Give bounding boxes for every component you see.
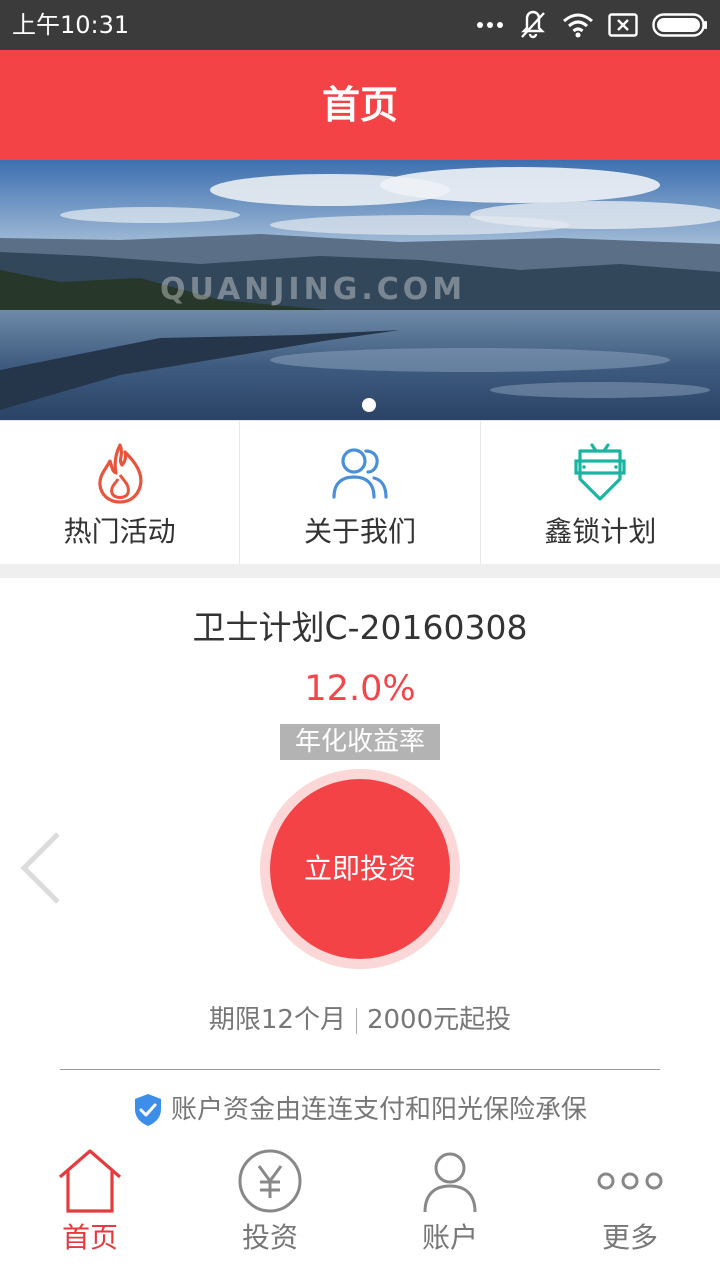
chevron-left-icon bbox=[20, 832, 60, 904]
term-text: 期限12个月 bbox=[208, 1005, 346, 1035]
quick-menu-label: 热门活动 bbox=[63, 515, 176, 548]
product-terms: 期限12个月 2000元起投 bbox=[0, 1000, 720, 1040]
nav-label: 账户 bbox=[421, 1221, 478, 1254]
more-icon bbox=[595, 1146, 665, 1216]
section-separator bbox=[0, 564, 720, 578]
nav-label: 投资 bbox=[241, 1221, 298, 1254]
nav-label: 首页 bbox=[61, 1221, 118, 1254]
nav-item-more[interactable]: 更多 bbox=[540, 1140, 720, 1280]
more-dots-icon bbox=[476, 20, 504, 30]
status-bar: 上午10:31 bbox=[0, 0, 720, 50]
quick-menu-hot-events[interactable]: 热门活动 bbox=[0, 421, 241, 564]
status-time: 上午10:31 bbox=[12, 11, 130, 39]
nav-item-home[interactable]: 首页 bbox=[0, 1140, 180, 1280]
quick-menu: 热门活动 关于我们 鑫锁计划 bbox=[0, 420, 720, 564]
quick-menu-xinsuo-plan[interactable]: 鑫锁计划 bbox=[481, 421, 720, 564]
title-bar: 首页 bbox=[0, 50, 720, 160]
no-sim-icon bbox=[608, 13, 638, 37]
vibrate-off-icon bbox=[518, 10, 548, 40]
annual-rate: 12.0% bbox=[304, 669, 416, 709]
shield-check-icon bbox=[134, 1094, 161, 1126]
home-icon bbox=[55, 1146, 125, 1216]
invest-now-button[interactable]: 立即投资 bbox=[270, 779, 450, 959]
bottom-nav: 首页 投资 账户 更多 bbox=[0, 1140, 720, 1280]
status-icons bbox=[476, 8, 708, 42]
product-name: 卫士计划C-20160308 bbox=[192, 608, 528, 647]
banner-watermark: QUANJING.COM bbox=[160, 272, 467, 307]
nav-label: 更多 bbox=[601, 1221, 658, 1254]
users-icon bbox=[332, 448, 388, 499]
guarantee-notice: 账户资金由连连支付和阳光保险承保 bbox=[0, 1090, 720, 1130]
quick-menu-label: 关于我们 bbox=[303, 515, 416, 548]
wifi-icon bbox=[562, 12, 594, 38]
quick-menu-about-us[interactable]: 关于我们 bbox=[240, 421, 481, 564]
quick-menu-label: 鑫锁计划 bbox=[544, 515, 657, 548]
guarantee-text: 账户资金由连连支付和阳光保险承保 bbox=[170, 1095, 587, 1125]
safe-box-icon bbox=[574, 443, 626, 501]
min-invest-text: 2000元起投 bbox=[366, 1005, 512, 1035]
battery-icon bbox=[652, 13, 708, 37]
flame-icon bbox=[98, 443, 143, 504]
previous-product-button[interactable] bbox=[18, 832, 62, 908]
divider-line bbox=[60, 1069, 660, 1070]
banner-carousel[interactable]: QUANJING.COM bbox=[0, 160, 720, 420]
page-title: 首页 bbox=[321, 83, 398, 127]
carousel-indicator-dot[interactable] bbox=[362, 398, 376, 412]
yen-coin-icon bbox=[235, 1146, 305, 1216]
nav-item-invest[interactable]: 投资 bbox=[180, 1140, 360, 1280]
nav-item-account[interactable]: 账户 bbox=[360, 1140, 540, 1280]
user-icon bbox=[415, 1146, 485, 1216]
annual-rate-label: 年化收益率 bbox=[280, 724, 440, 760]
terms-divider bbox=[355, 1007, 357, 1034]
